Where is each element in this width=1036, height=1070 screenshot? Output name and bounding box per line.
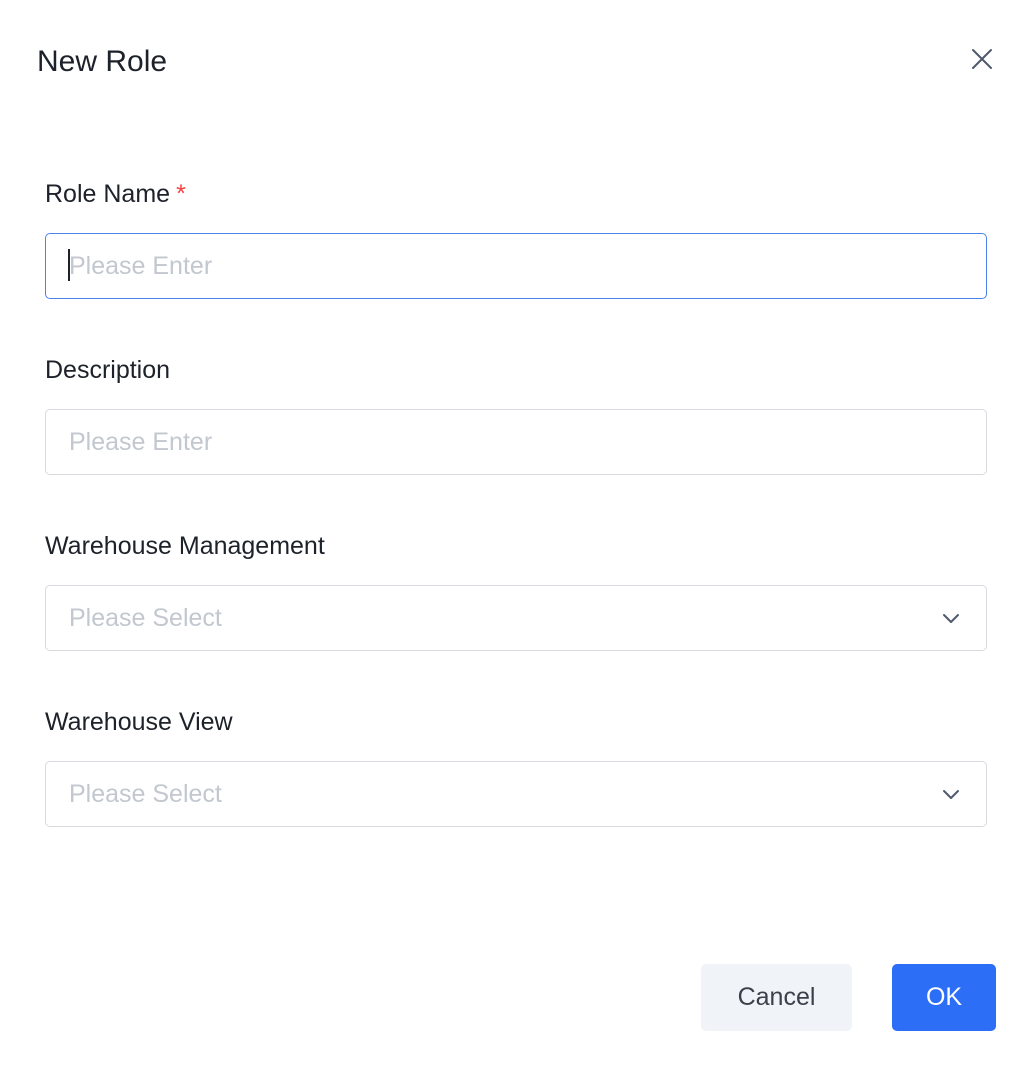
role-name-input[interactable] bbox=[45, 233, 987, 299]
description-label: Description bbox=[45, 356, 171, 384]
text-caret bbox=[68, 249, 70, 281]
warehouse-view-select[interactable]: Please Select bbox=[45, 761, 987, 827]
role-name-label-text: Role Name bbox=[45, 180, 171, 208]
warehouse-management-select[interactable]: Please Select bbox=[45, 585, 987, 651]
warehouse-view-placeholder: Please Select bbox=[69, 779, 222, 808]
chevron-down-icon bbox=[941, 784, 961, 804]
dialog-title: New Role bbox=[37, 45, 168, 78]
close-button[interactable] bbox=[968, 45, 996, 73]
required-mark: * bbox=[176, 180, 186, 208]
warehouse-management-label: Warehouse Management bbox=[45, 532, 325, 560]
warehouse-management-placeholder: Please Select bbox=[69, 603, 222, 632]
close-icon bbox=[972, 49, 992, 69]
cancel-button[interactable]: Cancel bbox=[701, 964, 852, 1031]
description-input[interactable] bbox=[45, 409, 987, 475]
chevron-down-icon bbox=[941, 608, 961, 628]
ok-button[interactable]: OK bbox=[892, 964, 996, 1031]
new-role-dialog: New Role Role Name* Description Warehous… bbox=[0, 0, 1036, 1070]
role-name-label: Role Name * bbox=[45, 179, 186, 209]
warehouse-view-label: Warehouse View bbox=[45, 708, 233, 736]
